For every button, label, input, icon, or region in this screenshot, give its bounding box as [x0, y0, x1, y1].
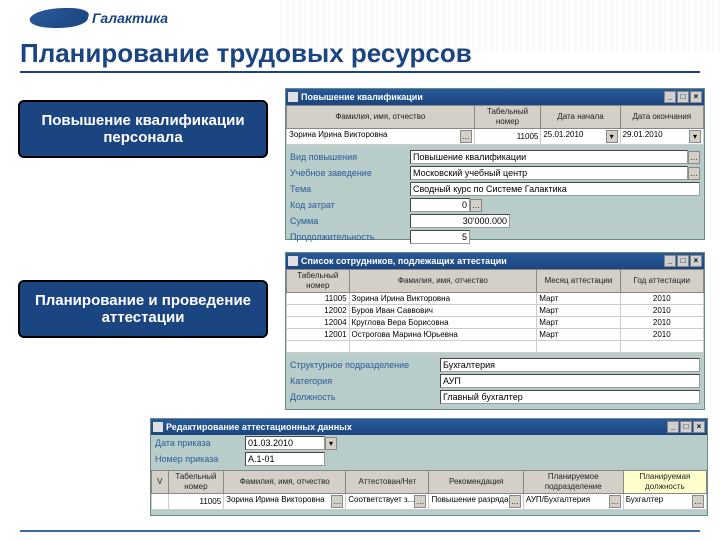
- col-date-start[interactable]: Дата начала: [541, 106, 620, 129]
- date-picker-button[interactable]: ▾: [606, 130, 618, 143]
- window-qualification: Повышение квалификации _ □ × Фамилия, им…: [285, 88, 705, 240]
- window-title: Список сотрудников, подлежащих аттестаци…: [301, 256, 507, 266]
- footer-divider: [20, 530, 700, 532]
- input-uch[interactable]: Московский учебный центр: [410, 166, 688, 180]
- col-rec[interactable]: Рекомендация: [429, 471, 523, 494]
- input-date-prikaz[interactable]: 01.03.2010: [245, 436, 325, 450]
- logo-swoosh-icon: [27, 8, 90, 28]
- col-tab[interactable]: Табельный номер: [287, 270, 350, 293]
- label-struk: Структурное подразделение: [290, 360, 440, 370]
- input-dolzh[interactable]: Главный бухгалтер: [440, 390, 700, 404]
- col-result[interactable]: Аттестован/Нет: [346, 471, 429, 494]
- minimize-button[interactable]: _: [667, 421, 679, 433]
- titlebar[interactable]: Редактирование аттестационных данных _ □…: [151, 419, 707, 435]
- app-icon: [153, 422, 163, 432]
- label-date-prikaz: Дата приказа: [155, 438, 245, 448]
- titlebar[interactable]: Список сотрудников, подлежащих аттестаци…: [286, 253, 704, 269]
- titlebar[interactable]: Повышение квалификации _ □ ×: [286, 89, 704, 105]
- header-table: Фамилия, имя, отчество Табельный номер Д…: [286, 105, 704, 145]
- col-plan-job[interactable]: Планируемая должность: [623, 471, 706, 494]
- col-fio[interactable]: Фамилия, имя, отчество: [287, 106, 475, 129]
- cell-fio: Зорина Ирина Викторовна: [289, 130, 460, 143]
- app-icon: [288, 92, 298, 102]
- label-uch: Учебное заведение: [290, 168, 410, 178]
- date-picker-button[interactable]: ▾: [325, 437, 337, 450]
- table-row[interactable]: 11005Зорина Ирина ВикторовнаМарт2010: [287, 293, 704, 305]
- col-check[interactable]: V: [152, 471, 169, 494]
- table-row[interactable]: 12002Буров Иван СаввовичМарт2010: [287, 305, 704, 317]
- lookup-button[interactable]: …: [331, 495, 343, 508]
- logo-text: Галактика: [92, 10, 168, 26]
- label-sum: Сумма: [290, 216, 410, 226]
- lookup-button[interactable]: …: [688, 167, 700, 180]
- lookup-button[interactable]: …: [692, 495, 704, 508]
- input-kod[interactable]: 0: [410, 198, 470, 212]
- minimize-button[interactable]: _: [664, 91, 676, 103]
- col-month[interactable]: Месяц аттестации: [537, 270, 620, 293]
- table-row[interactable]: 12001Острогова Марина ЮрьевнаМарт2010: [287, 329, 704, 341]
- window-title: Редактирование аттестационных данных: [166, 422, 352, 432]
- col-tab[interactable]: Табельный номер: [474, 106, 541, 129]
- input-num-prikaz[interactable]: А.1-01: [245, 452, 325, 466]
- window-title: Повышение квалификации: [301, 92, 423, 102]
- label-vid: Вид повышения: [290, 152, 410, 162]
- close-button[interactable]: ×: [690, 255, 702, 267]
- label-dolzh: Должность: [290, 392, 440, 402]
- input-struk[interactable]: Бухгалтерия: [440, 358, 700, 372]
- callout-qualification: Повышение квалификации персонала: [18, 100, 268, 158]
- input-sum[interactable]: 30'000.000: [410, 214, 510, 228]
- window-attestation-edit: Редактирование аттестационных данных _ □…: [150, 418, 708, 516]
- col-date-end[interactable]: Дата окончания: [620, 106, 703, 129]
- col-tab[interactable]: Табельный номер: [168, 471, 224, 494]
- window-attestation-list: Список сотрудников, подлежащих аттестаци…: [285, 252, 705, 410]
- col-plan-unit[interactable]: Планируемое подразделение: [523, 471, 623, 494]
- cell-d2: 29.01.2010: [623, 130, 689, 143]
- label-prod: Продолжительность: [290, 232, 410, 242]
- label-tema: Тема: [290, 184, 410, 194]
- input-vid[interactable]: Повышение квалификации: [410, 150, 688, 164]
- lookup-button[interactable]: …: [688, 151, 700, 164]
- cell-tab: 11005: [474, 129, 541, 145]
- col-fio[interactable]: Фамилия, имя, отчество: [224, 471, 346, 494]
- label-kod: Код затрат: [290, 200, 410, 210]
- col-year[interactable]: Год аттестации: [620, 270, 703, 293]
- employees-table: Табельный номер Фамилия, имя, отчество М…: [286, 269, 704, 353]
- input-kat[interactable]: АУП: [440, 374, 700, 388]
- date-picker-button[interactable]: ▾: [689, 130, 701, 143]
- col-fio[interactable]: Фамилия, имя, отчество: [349, 270, 537, 293]
- close-button[interactable]: ×: [693, 421, 705, 433]
- lookup-button[interactable]: …: [460, 130, 472, 143]
- page-title: Планирование трудовых ресурсов: [20, 38, 700, 73]
- logo: Галактика: [30, 8, 168, 28]
- maximize-button[interactable]: □: [677, 91, 689, 103]
- label-num-prikaz: Номер приказа: [155, 454, 245, 464]
- lookup-button[interactable]: …: [509, 495, 521, 508]
- maximize-button[interactable]: □: [680, 421, 692, 433]
- minimize-button[interactable]: _: [664, 255, 676, 267]
- table-row[interactable]: 11005 Зорина Ирина Викторовна… Соответст…: [152, 494, 707, 510]
- label-kat: Категория: [290, 376, 440, 386]
- app-icon: [288, 256, 298, 266]
- cell-d1: 25.01.2010: [543, 130, 605, 143]
- results-table: V Табельный номер Фамилия, имя, отчество…: [151, 470, 707, 510]
- lookup-button[interactable]: …: [470, 199, 482, 212]
- table-row[interactable]: [287, 341, 704, 353]
- table-row[interactable]: Зорина Ирина Викторовна… 11005 25.01.201…: [287, 129, 704, 145]
- callout-attestation: Планирование и проведение аттестации: [18, 280, 268, 338]
- maximize-button[interactable]: □: [677, 255, 689, 267]
- input-prod[interactable]: 5: [410, 230, 470, 244]
- table-row[interactable]: 12004Круглова Вера БорисовнаМарт2010: [287, 317, 704, 329]
- input-tema[interactable]: Сводный курс по Системе Галактика: [410, 182, 700, 196]
- lookup-button[interactable]: …: [414, 495, 426, 508]
- close-button[interactable]: ×: [690, 91, 702, 103]
- lookup-button[interactable]: …: [609, 495, 621, 508]
